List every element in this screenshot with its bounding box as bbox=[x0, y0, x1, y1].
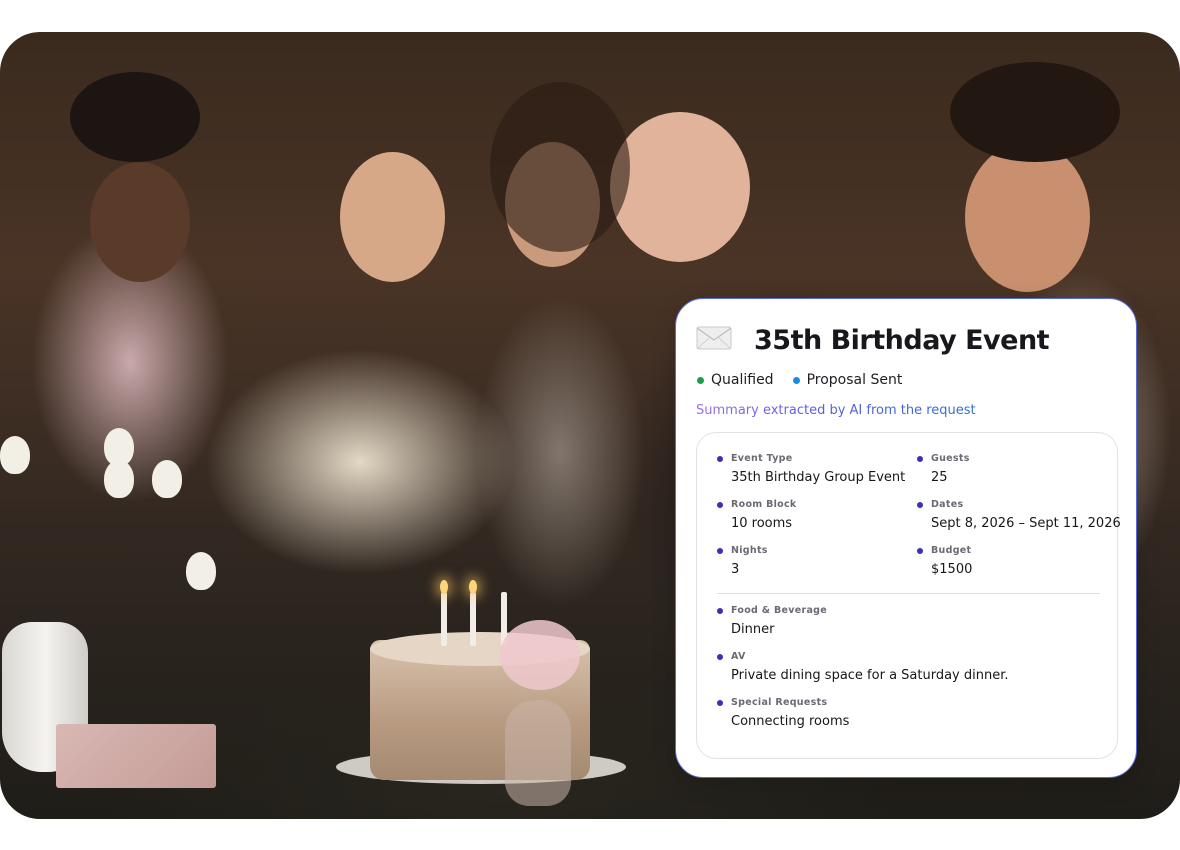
candle-flame bbox=[469, 580, 477, 594]
status-dot bbox=[697, 376, 704, 384]
field-value: Dinner bbox=[731, 622, 775, 637]
field-label: Budget bbox=[931, 545, 972, 556]
field-dates: Dates Sept 8, 2026 – Sept 11, 2026 bbox=[917, 499, 1121, 531]
bullet-icon bbox=[917, 455, 923, 462]
field-label: Food & Beverage bbox=[731, 605, 828, 616]
candle bbox=[441, 592, 447, 646]
bullet-icon bbox=[717, 699, 723, 706]
guest-face bbox=[610, 112, 750, 262]
status-label: Proposal Sent bbox=[806, 372, 903, 388]
field-label: Room Block bbox=[731, 499, 797, 510]
bullet-icon bbox=[717, 653, 723, 660]
field-value: Connecting rooms bbox=[731, 714, 850, 729]
candle-flame bbox=[440, 580, 448, 594]
status-proposal-sent: Proposal Sent bbox=[792, 372, 903, 388]
field-guests: Guests 25 bbox=[917, 453, 970, 485]
guest-face bbox=[965, 142, 1090, 292]
field-label: Event Type bbox=[731, 453, 793, 464]
gift-box bbox=[56, 724, 216, 788]
field-value: 25 bbox=[931, 470, 948, 485]
field-label: Dates bbox=[931, 499, 964, 510]
field-special-requests: Special Requests Connecting rooms bbox=[717, 697, 849, 729]
event-card: 35th Birthday Event Qualified Proposal S… bbox=[675, 298, 1137, 778]
field-value: 3 bbox=[731, 562, 740, 577]
field-label: Special Requests bbox=[731, 697, 828, 708]
guest-hair bbox=[70, 72, 200, 162]
tulip bbox=[104, 460, 134, 498]
field-event-type: Event Type 35th Birthday Group Event bbox=[717, 453, 905, 485]
field-room-block: Room Block 10 rooms bbox=[717, 499, 797, 531]
divider bbox=[717, 593, 1100, 594]
status-row: Qualified Proposal Sent bbox=[697, 372, 902, 388]
field-value: 35th Birthday Group Event bbox=[731, 470, 906, 485]
field-value: $1500 bbox=[931, 562, 973, 577]
field-label: AV bbox=[731, 651, 746, 662]
guest-hair bbox=[490, 82, 630, 252]
guest-face bbox=[90, 162, 190, 282]
glass-vase bbox=[505, 700, 571, 806]
envelope-icon bbox=[696, 326, 732, 350]
bullet-icon bbox=[917, 501, 923, 508]
field-value: Sept 8, 2026 – Sept 11, 2026 bbox=[931, 516, 1121, 531]
bullet-icon bbox=[717, 607, 723, 614]
field-value: 10 rooms bbox=[731, 516, 793, 531]
rose bbox=[500, 620, 580, 690]
status-label: Qualified bbox=[711, 372, 774, 388]
bullet-icon bbox=[717, 501, 723, 508]
field-av: AV Private dining space for a Saturday d… bbox=[717, 651, 1009, 683]
status-qualified: Qualified bbox=[697, 372, 774, 388]
field-nights: Nights 3 bbox=[717, 545, 768, 577]
tulip bbox=[152, 460, 182, 498]
tulip bbox=[0, 436, 30, 474]
status-dot bbox=[792, 376, 800, 384]
ai-summary-label: Summary extracted by AI from the request bbox=[696, 403, 976, 418]
field-value: Private dining space for a Saturday dinn… bbox=[731, 668, 1009, 683]
card-title: 35th Birthday Event bbox=[754, 325, 1050, 356]
field-label: Nights bbox=[731, 545, 768, 556]
tulip bbox=[186, 552, 216, 590]
bullet-icon bbox=[917, 547, 923, 554]
event-details-panel: Event Type 35th Birthday Group Event Gue… bbox=[696, 432, 1121, 759]
field-label: Guests bbox=[931, 453, 970, 464]
guest-face bbox=[340, 152, 445, 282]
bullet-icon bbox=[717, 455, 723, 462]
candle bbox=[470, 592, 476, 646]
bullet-icon bbox=[717, 547, 723, 554]
field-budget: Budget $1500 bbox=[917, 545, 972, 577]
field-food-beverage: Food & Beverage Dinner bbox=[717, 605, 827, 637]
guest-hair bbox=[950, 62, 1120, 162]
